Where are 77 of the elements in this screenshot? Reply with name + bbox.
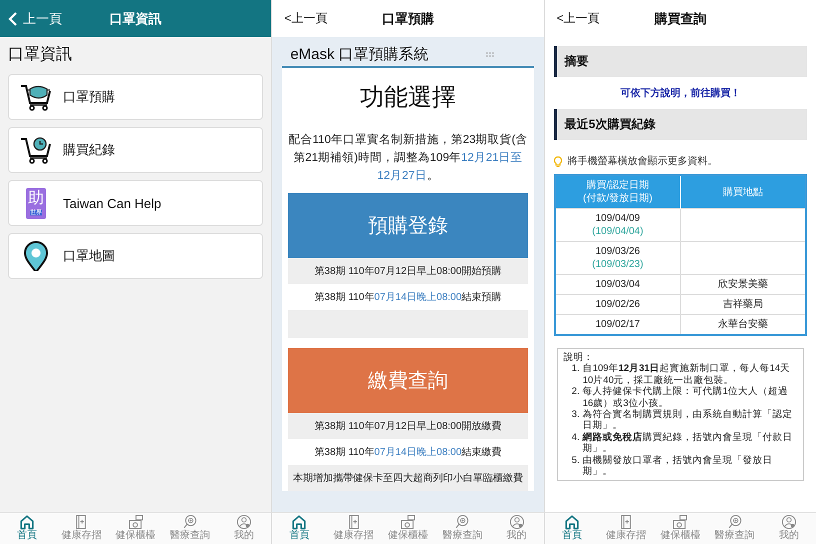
action-button[interactable]: 預購登錄 bbox=[288, 193, 528, 258]
tip-text: 將手機螢幕橫放會顯示更多資料。 bbox=[568, 154, 718, 168]
list-number: 5. bbox=[572, 454, 580, 468]
magnifier-plus-icon bbox=[454, 514, 470, 530]
list-number: 2. bbox=[572, 386, 580, 400]
back-button[interactable]: 上一頁 bbox=[0, 10, 62, 28]
person-circle-icon bbox=[780, 514, 797, 530]
schedule-text: 第38期 110年07月14日晚上08:00結束預購 bbox=[313, 290, 503, 305]
menu-item[interactable]: 購買紀錄 bbox=[8, 127, 264, 173]
camera-icon bbox=[672, 514, 688, 530]
schedule-text: 第38期 110年07月14日晚上08:00結束繳費 bbox=[313, 446, 503, 460]
notes-label: 說明： bbox=[564, 352, 595, 363]
lightbulb-icon bbox=[554, 156, 562, 166]
nav-tab[interactable]: 首頁 bbox=[544, 513, 599, 544]
cart-clock-icon bbox=[19, 135, 53, 165]
nav-tab[interactable]: 健保櫃檯 bbox=[653, 513, 708, 544]
back-button[interactable]: <上一頁 bbox=[272, 10, 328, 27]
nav-tab[interactable]: 醫療查詢 bbox=[162, 513, 218, 544]
menu-item[interactable]: 口罩預購 bbox=[8, 74, 264, 120]
date-text: 109/02/26 bbox=[594, 298, 641, 311]
date-text: 109/02/17 bbox=[594, 318, 641, 331]
nav-tab[interactable]: 我的 bbox=[762, 513, 816, 544]
section-header: 摘要 bbox=[554, 46, 807, 77]
schedule-text: 第38期 110年07月12日早上08:00開放繳費 bbox=[288, 413, 528, 439]
column-header: 購買/認定日期 (付款/發放日期) bbox=[554, 175, 680, 208]
grip-icon bbox=[486, 52, 494, 57]
nav-tab[interactable]: 健康存摺 bbox=[326, 513, 381, 544]
magnifier-plus-icon bbox=[726, 514, 743, 530]
menu-item[interactable]: 口罩地圖 bbox=[8, 233, 264, 279]
page-heading: 功能選擇 bbox=[358, 83, 457, 113]
house-icon bbox=[19, 514, 36, 530]
system-title-text: eMask 口罩預購系統 bbox=[290, 45, 429, 64]
note-text: 網路或免稅店購買紀錄，括號內會呈現「付款日期」。 bbox=[582, 432, 794, 455]
person-circle-icon bbox=[508, 514, 525, 530]
page-title: 購買查詢 bbox=[653, 10, 708, 28]
nav-tab[interactable]: 健康存摺 bbox=[598, 513, 654, 544]
list-number: 4. bbox=[572, 432, 580, 445]
person-circle-icon bbox=[236, 514, 252, 530]
nav-tab[interactable]: 醫療查詢 bbox=[707, 513, 762, 544]
list-number: 3. bbox=[572, 408, 580, 422]
magnifier-plus-icon bbox=[182, 514, 198, 530]
list-number: 1. bbox=[572, 363, 580, 376]
notice-text: 配合110年口罩實名制新措施，第23期取貨(含第21期補領)時間，調整為109年12月21日至12月27日。 bbox=[288, 132, 528, 184]
date-text: (109/04/04) bbox=[591, 225, 644, 238]
note-text: 自109年12月31日起實施新制口罩，每人每14天10片40元，採工廠統一出廠包裝。 bbox=[582, 363, 792, 386]
page-title: 口罩預購 bbox=[380, 10, 435, 28]
schedule-text: 第38期 110年07月12日早上08:00開始預購 bbox=[288, 258, 528, 284]
logo-text: 助 bbox=[28, 188, 44, 208]
note-text: 由機關發放口罩者，括號內會呈現「發放日期」。 bbox=[582, 454, 774, 478]
nav-tab[interactable]: 首頁 bbox=[0, 513, 54, 544]
nav-tab[interactable]: 醫療查詢 bbox=[435, 513, 490, 544]
house-icon bbox=[291, 514, 308, 530]
date-text: 109/03/26 bbox=[594, 245, 641, 258]
cart-mask-icon bbox=[19, 82, 53, 112]
camera-icon bbox=[128, 514, 144, 530]
action-button[interactable]: 繳費查詢 bbox=[288, 348, 528, 413]
nav-tab[interactable]: 首頁 bbox=[272, 513, 327, 544]
page-title: 口罩資訊 bbox=[108, 10, 163, 28]
date-text: (109/03/23) bbox=[591, 258, 644, 271]
note-text: 為符合實名制購買規則，由系統自動計算「認定日期」。 bbox=[582, 408, 794, 432]
column-header: 購買地點 bbox=[680, 175, 806, 208]
chevron-left-icon bbox=[8, 10, 18, 26]
house-icon bbox=[564, 514, 580, 530]
section-heading: 口罩資訊 bbox=[8, 44, 73, 65]
note-text: 每人持健保卡代購上限：可代購1位大人（超過16歲）或3位小孩。 bbox=[582, 386, 789, 409]
nav-tab[interactable]: 我的 bbox=[489, 513, 544, 544]
nav-tab[interactable]: 健保櫃檯 bbox=[108, 513, 163, 544]
section-header: 最近5次購買紀錄 bbox=[554, 109, 807, 140]
back-button[interactable]: <上一頁 bbox=[544, 10, 600, 27]
date-text: 109/03/04 bbox=[594, 278, 641, 291]
camera-icon bbox=[400, 514, 416, 530]
date-text: 109/04/09 bbox=[594, 212, 641, 225]
nav-tab[interactable]: 健保櫃檯 bbox=[380, 513, 436, 544]
schedule-text: 本期增加攜帶健保卡至四大超商列印小白單臨櫃繳費 bbox=[288, 465, 528, 491]
nav-tab[interactable]: 健康存摺 bbox=[54, 513, 109, 544]
purchase-link[interactable]: 可依下方說明，前往購買！ bbox=[554, 86, 807, 100]
nav-tab[interactable]: 我的 bbox=[217, 513, 272, 544]
